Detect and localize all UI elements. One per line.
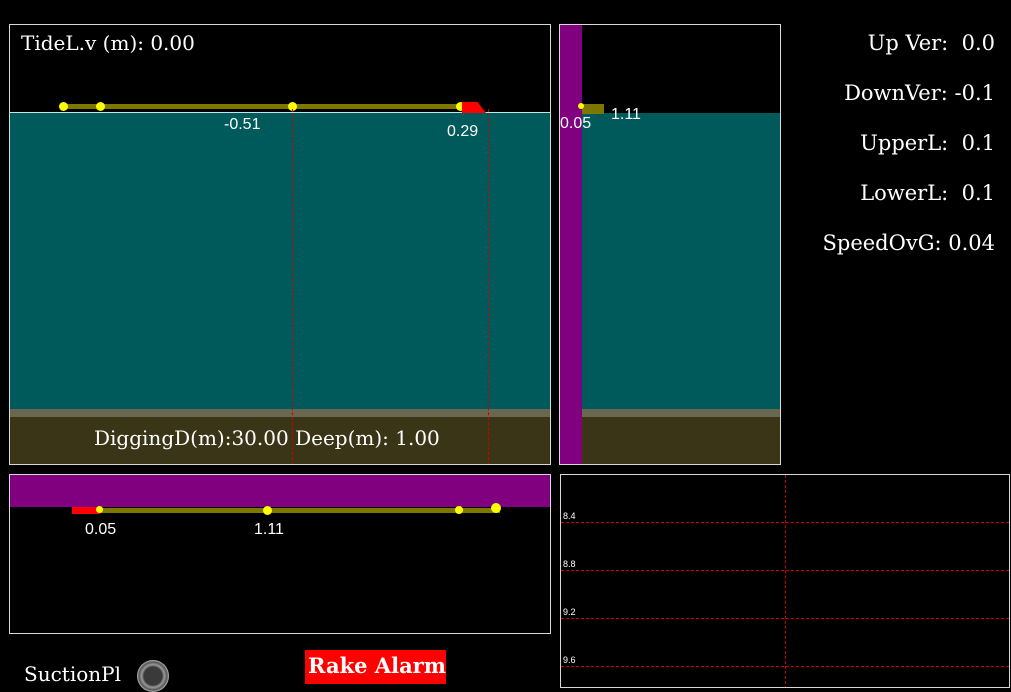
arm-joint — [263, 506, 272, 515]
top-view-panel: 0.05 1.11 — [9, 474, 551, 634]
chart-gridline — [561, 618, 1009, 619]
marker-right-value: 0.29 — [447, 123, 479, 140]
water-body — [560, 113, 780, 409]
seabed-soil — [560, 417, 780, 464]
side-view-panel: TideL.v (m): 0.00 -0.51 0.29 DiggingD(m)… — [9, 24, 551, 465]
hull-section — [560, 25, 582, 464]
water-body — [10, 113, 550, 409]
down-ver-readout: DownVer: -0.1 — [844, 81, 995, 105]
chart-gridline — [561, 666, 1009, 667]
seabed-surface — [560, 409, 780, 417]
trend-chart-panel: 8.4 8.8 9.2 9.6 — [560, 474, 1010, 688]
drag-arm-top — [100, 508, 500, 513]
hull-top — [10, 475, 550, 507]
speed-ovg-readout: SpeedOvG: 0.04 — [822, 231, 996, 255]
arm-joint — [455, 506, 463, 514]
drag-arm-pipe — [64, 104, 464, 109]
arm-joint — [59, 102, 68, 111]
chart-gridline — [561, 522, 1009, 523]
seabed-surface — [10, 409, 550, 417]
digging-depth-label: DiggingD(m):30.00 Deep(m): 1.00 — [94, 426, 440, 450]
marker-left-value: -0.51 — [224, 116, 261, 133]
y-tick-label: 9.6 — [563, 655, 576, 665]
tide-level-label: TideL.v (m): 0.00 — [21, 31, 195, 55]
arm-joint — [578, 103, 584, 109]
y-tick-label: 9.2 — [563, 607, 576, 617]
y-tick-label: 8.8 — [563, 559, 576, 569]
arm-section — [582, 104, 604, 114]
arm-joint — [96, 506, 103, 513]
up-ver-readout: Up Ver: 0.0 — [867, 31, 995, 55]
y-tick-label: 8.4 — [563, 511, 576, 521]
marker-line-right — [488, 109, 489, 464]
chart-vertical-gridline — [785, 475, 786, 687]
suction-label: SuctionPl — [24, 662, 121, 686]
front-marker-b: 1.11 — [611, 106, 641, 123]
arm-joint — [491, 503, 501, 513]
top-marker-b: 1.11 — [254, 521, 284, 538]
rake-alarm-label: Rake Alarm — [308, 653, 446, 678]
top-marker-a: 0.05 — [85, 521, 117, 538]
lower-l-readout: LowerL: 0.1 — [860, 181, 995, 205]
knob-icon[interactable] — [137, 660, 169, 692]
rake-alarm-indicator: Rake Alarm — [305, 650, 446, 684]
front-view-panel: 0.05 1.11 — [559, 24, 781, 465]
front-marker-a: 0.05 — [560, 115, 592, 132]
upper-l-readout: UpperL: 0.1 — [860, 131, 995, 155]
drag-head — [462, 102, 486, 113]
chart-gridline — [561, 570, 1009, 571]
arm-joint — [96, 102, 105, 111]
marker-line-left — [292, 109, 293, 464]
